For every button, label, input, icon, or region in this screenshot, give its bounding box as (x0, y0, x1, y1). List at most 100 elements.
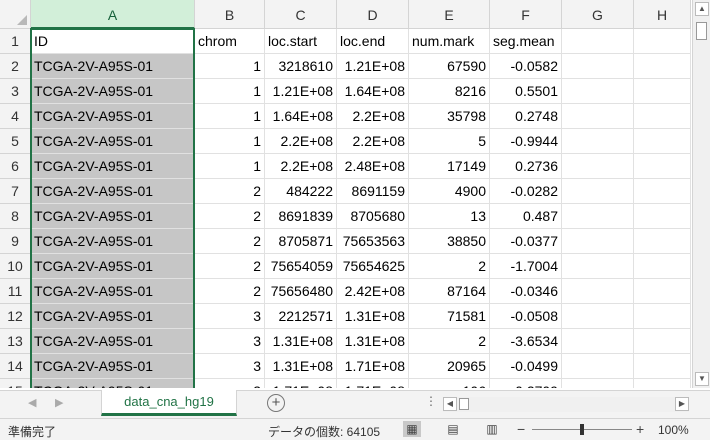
tab-next-icon[interactable]: ▶ (55, 396, 63, 409)
row-header-14[interactable]: 14 (0, 354, 31, 379)
row-header-13[interactable]: 13 (0, 329, 31, 354)
cell-b13[interactable]: 3 (195, 329, 265, 354)
cell-c9[interactable]: 8705871 (265, 229, 337, 254)
cell-b12[interactable]: 3 (195, 304, 265, 329)
row-header-9[interactable]: 9 (0, 229, 31, 254)
cell-g10[interactable] (562, 254, 634, 279)
cell-f6[interactable]: 0.2736 (490, 154, 562, 179)
cell-f15[interactable]: -0.2709 (490, 379, 562, 388)
column-header-a[interactable]: A (31, 0, 195, 29)
cell-g5[interactable] (562, 129, 634, 154)
cell-h8[interactable] (634, 204, 691, 229)
cell-e4[interactable]: 35798 (409, 104, 490, 129)
cell-d4[interactable]: 2.2E+08 (337, 104, 409, 129)
cell-b9[interactable]: 2 (195, 229, 265, 254)
cell-c6[interactable]: 2.2E+08 (265, 154, 337, 179)
cell-b2[interactable]: 1 (195, 54, 265, 79)
cell-a8[interactable]: TCGA-2V-A95S-01 (31, 204, 195, 229)
column-header-d[interactable]: D (337, 0, 409, 29)
cell-b6[interactable]: 1 (195, 154, 265, 179)
cell-b15[interactable]: 3 (195, 379, 265, 388)
scroll-down-icon[interactable]: ▼ (695, 372, 709, 386)
cell-c11[interactable]: 75656480 (265, 279, 337, 304)
cell-c13[interactable]: 1.31E+08 (265, 329, 337, 354)
cell-b8[interactable]: 2 (195, 204, 265, 229)
cell-h9[interactable] (634, 229, 691, 254)
cell-h14[interactable] (634, 354, 691, 379)
cell-a7[interactable]: TCGA-2V-A95S-01 (31, 179, 195, 204)
cell-e7[interactable]: 4900 (409, 179, 490, 204)
cell-g9[interactable] (562, 229, 634, 254)
cell-d7[interactable]: 8691159 (337, 179, 409, 204)
row-header-4[interactable]: 4 (0, 104, 31, 129)
cell-f9[interactable]: -0.0377 (490, 229, 562, 254)
row-header-6[interactable]: 6 (0, 154, 31, 179)
cell-h11[interactable] (634, 279, 691, 304)
tab-prev-icon[interactable]: ◀ (28, 396, 36, 409)
cell-g3[interactable] (562, 79, 634, 104)
row-header-5[interactable]: 5 (0, 129, 31, 154)
zoom-slider-thumb[interactable] (580, 424, 584, 435)
row-header-7[interactable]: 7 (0, 179, 31, 204)
cell-h15[interactable] (634, 379, 691, 388)
cell-d13[interactable]: 1.31E+08 (337, 329, 409, 354)
cell-f12[interactable]: -0.0508 (490, 304, 562, 329)
cell-h4[interactable] (634, 104, 691, 129)
cell-f4[interactable]: 0.2748 (490, 104, 562, 129)
scroll-left-icon[interactable]: ◀ (443, 397, 457, 411)
cell-g13[interactable] (562, 329, 634, 354)
cell-e10[interactable]: 2 (409, 254, 490, 279)
cell-d15[interactable]: 1.71E+08 (337, 379, 409, 388)
cell-f8[interactable]: 0.487 (490, 204, 562, 229)
cell-g11[interactable] (562, 279, 634, 304)
cell-c10[interactable]: 75654059 (265, 254, 337, 279)
cell-d12[interactable]: 1.31E+08 (337, 304, 409, 329)
cell-b3[interactable]: 1 (195, 79, 265, 104)
cell-b7[interactable]: 2 (195, 179, 265, 204)
cell-c7[interactable]: 484222 (265, 179, 337, 204)
cell-g6[interactable] (562, 154, 634, 179)
cell-d11[interactable]: 2.42E+08 (337, 279, 409, 304)
add-sheet-icon[interactable]: + (267, 394, 285, 412)
scroll-right-icon[interactable]: ▶ (675, 397, 689, 411)
cell-f14[interactable]: -0.0499 (490, 354, 562, 379)
cell-g2[interactable] (562, 54, 634, 79)
scroll-up-icon[interactable]: ▲ (695, 2, 709, 16)
cell-a13[interactable]: TCGA-2V-A95S-01 (31, 329, 195, 354)
cell-a12[interactable]: TCGA-2V-A95S-01 (31, 304, 195, 329)
page-break-preview-icon[interactable]: ▥ (483, 421, 501, 437)
vertical-scroll-thumb[interactable] (696, 22, 707, 40)
cell-g4[interactable] (562, 104, 634, 129)
cell-f1[interactable]: seg.mean (490, 29, 562, 54)
vertical-scrollbar[interactable]: ▲ ▼ (692, 0, 710, 388)
cell-b4[interactable]: 1 (195, 104, 265, 129)
cell-b5[interactable]: 1 (195, 129, 265, 154)
column-header-b[interactable]: B (195, 0, 265, 29)
cell-b10[interactable]: 2 (195, 254, 265, 279)
cell-d2[interactable]: 1.21E+08 (337, 54, 409, 79)
cell-c8[interactable]: 8691839 (265, 204, 337, 229)
row-header-8[interactable]: 8 (0, 204, 31, 229)
cell-a6[interactable]: TCGA-2V-A95S-01 (31, 154, 195, 179)
row-header-11[interactable]: 11 (0, 279, 31, 304)
cell-g7[interactable] (562, 179, 634, 204)
cell-c14[interactable]: 1.31E+08 (265, 354, 337, 379)
zoom-out-icon[interactable]: − (517, 421, 525, 437)
cell-f11[interactable]: -0.0346 (490, 279, 562, 304)
row-header-2[interactable]: 2 (0, 54, 31, 79)
cell-e3[interactable]: 8216 (409, 79, 490, 104)
row-header-10[interactable]: 10 (0, 254, 31, 279)
cell-a4[interactable]: TCGA-2V-A95S-01 (31, 104, 195, 129)
cell-f10[interactable]: -1.7004 (490, 254, 562, 279)
zoom-level[interactable]: 100% (658, 423, 689, 437)
cell-d6[interactable]: 2.48E+08 (337, 154, 409, 179)
cell-h6[interactable] (634, 154, 691, 179)
cell-a9[interactable]: TCGA-2V-A95S-01 (31, 229, 195, 254)
cell-b1[interactable]: chrom (195, 29, 265, 54)
cell-h10[interactable] (634, 254, 691, 279)
cell-g15[interactable] (562, 379, 634, 388)
row-header-3[interactable]: 3 (0, 79, 31, 104)
cell-h2[interactable] (634, 54, 691, 79)
cell-c12[interactable]: 2212571 (265, 304, 337, 329)
cell-d5[interactable]: 2.2E+08 (337, 129, 409, 154)
